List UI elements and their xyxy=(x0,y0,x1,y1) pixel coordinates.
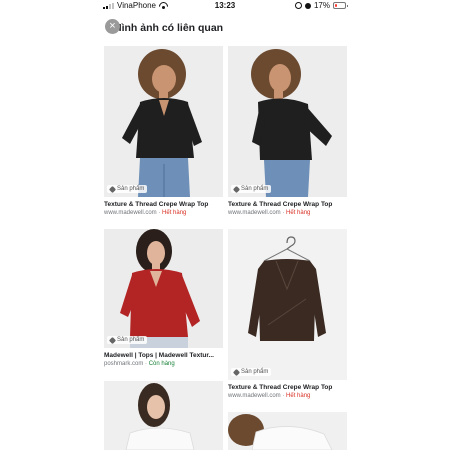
availability-status: Hết hàng xyxy=(286,210,311,216)
rotation-lock-icon xyxy=(294,2,302,9)
result-image[interactable]: Sản phẩm xyxy=(228,46,347,197)
result-source: www.madewell.com · Hết hàng xyxy=(228,393,311,399)
result-image[interactable] xyxy=(228,412,347,450)
tag-icon xyxy=(108,336,117,344)
close-button[interactable]: × xyxy=(105,19,120,34)
result-card[interactable]: Sản phẩm Texture & Thread Crepe Wrap Top… xyxy=(228,229,347,399)
status-right: 17% xyxy=(294,1,348,10)
model-photo-image xyxy=(228,46,347,197)
result-source: poshmark.com · Còn hàng xyxy=(104,361,175,367)
chip-label: Sản phẩm xyxy=(241,186,269,192)
battery-icon xyxy=(333,2,348,9)
source-domain: www.madewell.com xyxy=(228,393,281,399)
chip-label: Sản phẩm xyxy=(117,186,145,192)
tag-icon xyxy=(232,185,241,193)
product-chip: Sản phẩm xyxy=(107,185,148,193)
result-title[interactable]: Madewell | Tops | Madewell Textur... xyxy=(104,352,223,359)
source-domain: poshmark.com xyxy=(104,361,144,367)
section-title: Hình ảnh có liên quan xyxy=(114,22,224,34)
chip-label: Sản phẩm xyxy=(117,337,145,343)
result-source: www.madewell.com · Hết hàng xyxy=(228,210,311,216)
result-image[interactable]: Sản phẩm xyxy=(104,46,223,197)
battery-fill xyxy=(335,4,337,7)
battery-percent: 17% xyxy=(313,1,330,10)
result-image[interactable] xyxy=(104,381,223,450)
availability-status: Còn hàng xyxy=(148,361,175,367)
result-title[interactable]: Texture & Thread Crepe Wrap Top xyxy=(104,201,223,208)
result-card[interactable]: Sản phẩm Madewell | Tops | Madewell Text… xyxy=(104,229,223,367)
result-card[interactable]: Sản phẩm Texture & Thread Crepe Wrap Top… xyxy=(104,46,223,216)
product-photo-image xyxy=(228,229,347,380)
result-image[interactable]: Sản phẩm xyxy=(104,229,223,348)
model-photo-image xyxy=(104,381,223,450)
product-chip: Sản phẩm xyxy=(231,368,272,376)
result-image[interactable]: Sản phẩm xyxy=(228,229,347,380)
source-domain: www.madewell.com xyxy=(228,210,281,216)
result-title[interactable]: Texture & Thread Crepe Wrap Top xyxy=(228,201,347,208)
source-domain: www.madewell.com xyxy=(104,210,157,216)
model-photo-image xyxy=(104,229,223,348)
result-card[interactable]: Sản phẩm Texture & Thread Crepe Wrap Top… xyxy=(228,46,347,216)
result-card[interactable] xyxy=(104,381,223,450)
chip-label: Sản phẩm xyxy=(241,369,269,375)
model-photo-image xyxy=(228,412,347,450)
tag-icon xyxy=(232,368,241,376)
product-chip: Sản phẩm xyxy=(231,185,272,193)
result-title[interactable]: Texture & Thread Crepe Wrap Top xyxy=(228,384,347,391)
availability-status: Hết hàng xyxy=(162,210,187,216)
availability-status: Hết hàng xyxy=(286,393,311,399)
model-photo-image xyxy=(104,46,223,197)
result-card[interactable] xyxy=(228,412,347,450)
status-bar: VinaPhone 13:23 17% xyxy=(100,0,350,12)
result-source: www.madewell.com · Hết hàng xyxy=(104,210,187,216)
product-chip: Sản phẩm xyxy=(107,336,148,344)
alarm-icon xyxy=(304,2,311,9)
tag-icon xyxy=(108,185,117,193)
